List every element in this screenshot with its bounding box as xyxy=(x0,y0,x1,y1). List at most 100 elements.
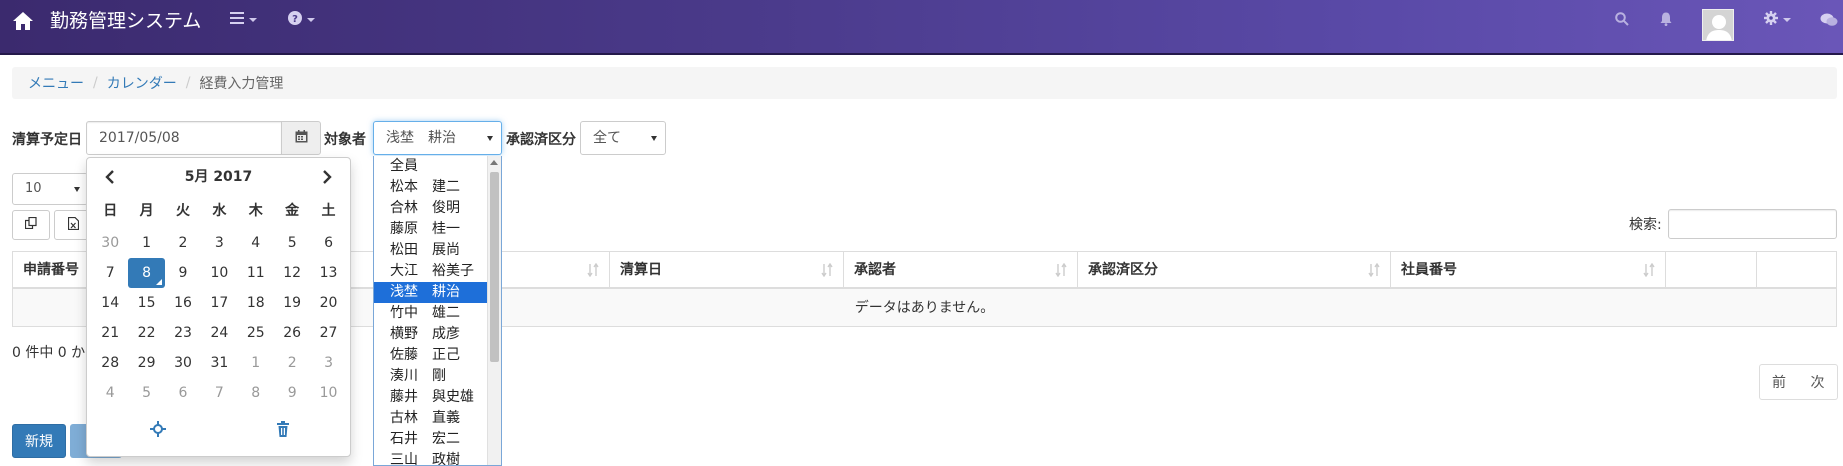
datepicker-day[interactable]: 17 xyxy=(201,288,237,318)
help-dropdown[interactable]: ? xyxy=(288,9,315,31)
column-header-label: 承認済区分 xyxy=(1088,262,1158,278)
datepicker-day-other-month[interactable]: 6 xyxy=(165,378,201,408)
person-option[interactable]: 佐藤 正己 xyxy=(374,345,487,366)
person-option[interactable]: 三山 政樹 xyxy=(374,450,487,465)
person-option[interactable]: 藤井 與史雄 xyxy=(374,387,487,408)
datepicker-day-other-month[interactable]: 3 xyxy=(310,348,346,378)
user-avatar[interactable] xyxy=(1702,9,1734,41)
person-option[interactable]: 藤原 桂一 xyxy=(374,219,487,240)
column-header-label: 承認者 xyxy=(854,262,896,278)
new-button[interactable]: 新規 xyxy=(12,424,66,458)
datepicker-day[interactable]: 30 xyxy=(165,348,201,378)
column-header-settlement-date[interactable]: 清算日 xyxy=(610,252,844,288)
datepicker-day[interactable]: 28 xyxy=(92,348,128,378)
search-input[interactable] xyxy=(1668,209,1837,239)
datepicker-footer xyxy=(87,418,350,442)
datepicker-day-other-month[interactable]: 5 xyxy=(128,378,164,408)
scroll-up-arrow-icon[interactable] xyxy=(490,160,498,165)
pagination-prev-button[interactable]: 前 xyxy=(1759,364,1799,400)
column-header-approval-status[interactable]: 承認済区分 xyxy=(1078,252,1391,288)
person-option[interactable]: 竹中 雄二 xyxy=(374,303,487,324)
datepicker-day[interactable]: 5 xyxy=(274,228,310,258)
person-option[interactable]: 横野 成彦 xyxy=(374,324,487,345)
chevron-left-icon[interactable] xyxy=(101,167,121,187)
datepicker-day[interactable]: 23 xyxy=(165,318,201,348)
datepicker-day[interactable]: 29 xyxy=(128,348,164,378)
datepicker-day[interactable]: 12 xyxy=(274,258,310,288)
datepicker-day[interactable]: 3 xyxy=(201,228,237,258)
person-option[interactable]: 古林 直義 xyxy=(374,408,487,429)
home-icon[interactable] xyxy=(10,8,36,34)
weekday-header: 金 xyxy=(285,203,300,219)
menu-dropdown[interactable] xyxy=(230,9,257,31)
datepicker-day[interactable]: 9 xyxy=(165,258,201,288)
datepicker-day[interactable]: 31 xyxy=(201,348,237,378)
crosshair-icon[interactable] xyxy=(147,418,169,440)
sort-icon xyxy=(1643,262,1655,278)
page-length-select[interactable]: 10 xyxy=(12,173,88,205)
datepicker-day[interactable]: 1 xyxy=(128,228,164,258)
person-option[interactable]: 湊川 剛 xyxy=(374,366,487,387)
column-header-blank xyxy=(1757,252,1836,288)
datepicker-day[interactable]: 14 xyxy=(92,288,128,318)
person-option[interactable]: 合林 俊明 xyxy=(374,198,487,219)
datepicker-day[interactable]: 10 xyxy=(201,258,237,288)
person-option[interactable]: 松本 建二 xyxy=(374,177,487,198)
datepicker-day[interactable]: 15 xyxy=(128,288,164,318)
person-option-selected[interactable]: 浅埜 耕治 xyxy=(374,282,487,303)
scrollbar-thumb[interactable] xyxy=(490,172,499,362)
datepicker-day[interactable]: 24 xyxy=(201,318,237,348)
datepicker-day[interactable]: 22 xyxy=(128,318,164,348)
settlement-date-label: 清算予定日 xyxy=(12,132,82,148)
person-option[interactable]: 石井 宏二 xyxy=(374,429,487,450)
chevron-right-icon[interactable] xyxy=(316,167,336,187)
person-option[interactable]: 全員 xyxy=(374,156,487,177)
chat-icon[interactable] xyxy=(1818,9,1840,31)
calendar-button[interactable] xyxy=(281,121,321,155)
datepicker-day[interactable]: 4 xyxy=(238,228,274,258)
settlement-date-input[interactable]: 2017/05/08 xyxy=(86,121,282,155)
column-header-approver[interactable]: 承認者 xyxy=(844,252,1078,288)
datepicker-day[interactable]: 25 xyxy=(238,318,274,348)
settings-dropdown[interactable] xyxy=(1764,9,1791,31)
datepicker-day[interactable]: 26 xyxy=(274,318,310,348)
person-option[interactable]: 松田 展尚 xyxy=(374,240,487,261)
menu-icon xyxy=(230,12,244,28)
datepicker-day-other-month[interactable]: 2 xyxy=(274,348,310,378)
app-title[interactable]: 勤務管理システム xyxy=(50,8,201,34)
datepicker-day-other-month[interactable]: 7 xyxy=(201,378,237,408)
datepicker-day-other-month[interactable]: 8 xyxy=(238,378,274,408)
pagination-next-button[interactable]: 次 xyxy=(1798,364,1838,400)
datepicker-day[interactable]: 19 xyxy=(274,288,310,318)
datepicker-day-other-month[interactable]: 1 xyxy=(238,348,274,378)
datepicker-day[interactable]: 13 xyxy=(310,258,346,288)
breadcrumb-separator: / xyxy=(93,75,98,91)
datepicker-day[interactable]: 11 xyxy=(238,258,274,288)
datepicker-day-other-month[interactable]: 9 xyxy=(274,378,310,408)
target-person-select[interactable]: 浅埜 耕治 xyxy=(373,121,502,155)
approval-status-select[interactable]: 全て xyxy=(580,121,666,155)
copy-button[interactable] xyxy=(12,210,50,240)
datepicker-day[interactable]: 2 xyxy=(165,228,201,258)
breadcrumb-calendar-link[interactable]: カレンダー xyxy=(107,73,177,93)
trash-icon[interactable] xyxy=(272,418,294,440)
datepicker-day[interactable]: 27 xyxy=(310,318,346,348)
datepicker-day[interactable]: 6 xyxy=(310,228,346,258)
approval-status-label: 承認済区分 xyxy=(506,132,576,148)
datepicker-month-title[interactable]: 5月 2017 xyxy=(87,167,350,187)
bell-icon[interactable] xyxy=(1656,9,1676,29)
column-header-employee-no[interactable]: 社員番号 xyxy=(1391,252,1666,288)
datepicker-day[interactable]: 18 xyxy=(238,288,274,318)
search-icon[interactable] xyxy=(1612,9,1632,29)
datepicker-day[interactable]: 16 xyxy=(165,288,201,318)
datepicker-day[interactable]: 7 xyxy=(92,258,128,288)
datepicker-day-selected[interactable]: 8 xyxy=(128,258,165,288)
scrollbar[interactable] xyxy=(487,156,501,465)
datepicker-day-other-month[interactable]: 4 xyxy=(92,378,128,408)
datepicker-day-other-month[interactable]: 30 xyxy=(92,228,128,258)
datepicker-day[interactable]: 20 xyxy=(310,288,346,318)
datepicker-day-other-month[interactable]: 10 xyxy=(310,378,346,408)
datepicker-day[interactable]: 21 xyxy=(92,318,128,348)
person-option[interactable]: 大江 裕美子 xyxy=(374,261,487,282)
breadcrumb-menu-link[interactable]: メニュー xyxy=(28,73,84,93)
